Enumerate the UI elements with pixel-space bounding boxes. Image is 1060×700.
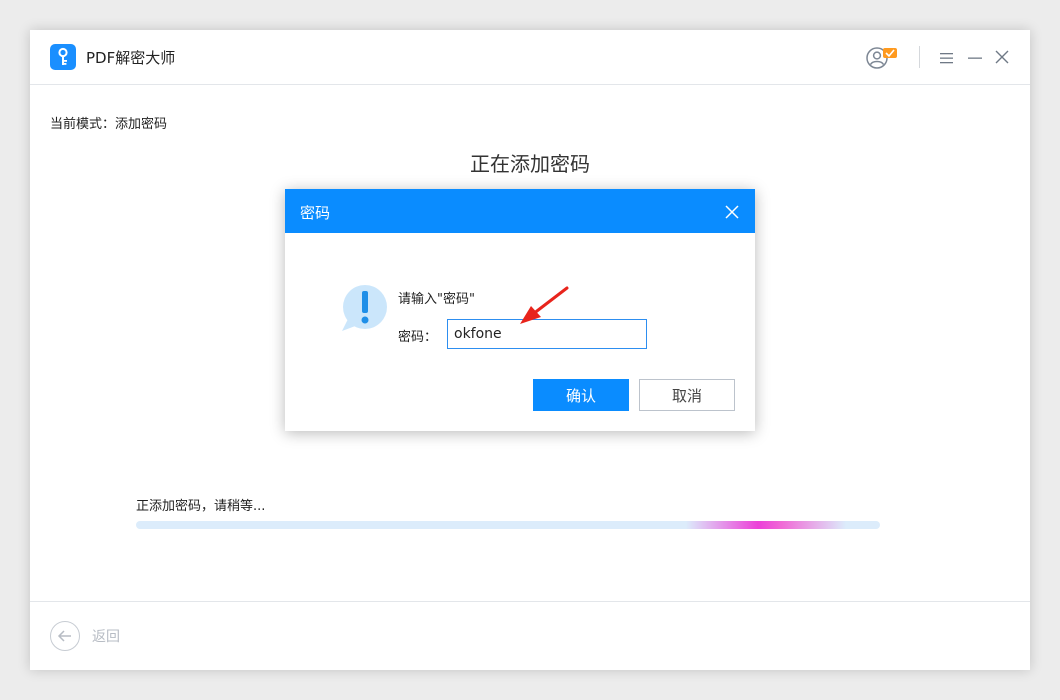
back-button[interactable]: 返回 xyxy=(50,620,120,652)
minimize-icon[interactable] xyxy=(967,50,983,64)
footer-divider xyxy=(30,601,1030,602)
app-title: PDF解密大师 xyxy=(86,49,176,67)
key-icon xyxy=(50,44,76,70)
dialog-close-icon[interactable] xyxy=(725,204,739,219)
dialog-header: 密码 xyxy=(285,189,755,233)
progress-highlight xyxy=(686,521,846,529)
mode-label: 当前模式：添加密码 xyxy=(50,117,168,132)
progress-label: 正添加密码，请稍等... xyxy=(136,499,266,514)
alert-exclamation-icon xyxy=(340,285,392,335)
titlebar-divider xyxy=(919,46,920,68)
annotation-arrow xyxy=(511,284,571,334)
page-title: 正在添加密码 xyxy=(470,152,590,176)
dialog-title: 密码 xyxy=(300,204,331,222)
password-label: 密码： xyxy=(398,330,438,345)
menu-icon[interactable] xyxy=(939,50,955,64)
close-icon[interactable] xyxy=(994,49,1010,65)
back-arrow-icon xyxy=(50,621,80,651)
titlebar: PDF解密大师 xyxy=(30,30,1030,85)
cancel-button[interactable]: 取消 xyxy=(639,379,735,411)
password-prompt: 请输入"密码" xyxy=(398,292,475,307)
password-dialog: 密码 请输入"密码" 密码： 确认 取消 xyxy=(285,189,755,431)
confirm-button[interactable]: 确认 xyxy=(533,379,629,411)
back-label: 返回 xyxy=(92,629,120,645)
user-badge-icon[interactable] xyxy=(866,45,902,71)
progress-bar xyxy=(136,521,880,529)
